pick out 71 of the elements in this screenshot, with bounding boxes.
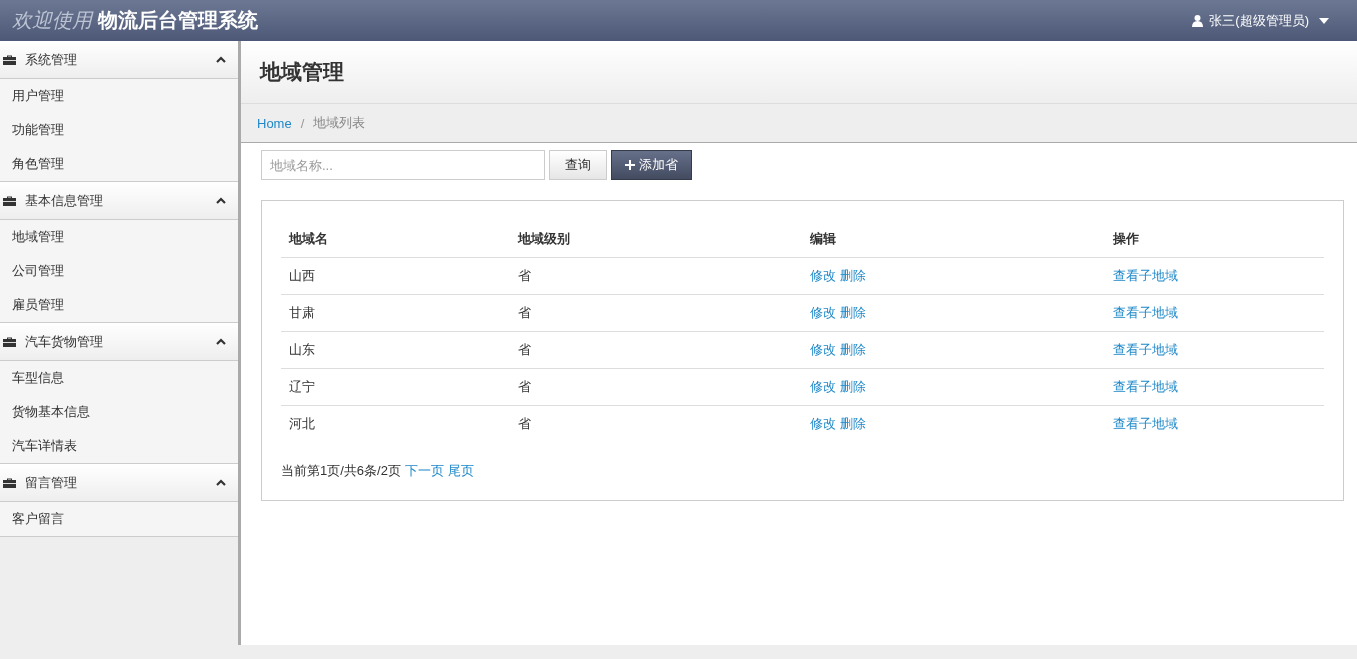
welcome-text: 欢迎使用 bbox=[12, 7, 92, 34]
breadcrumb-current: 地域列表 bbox=[313, 114, 366, 132]
column-header: 地域级别 bbox=[510, 221, 803, 258]
chevron-icon[interactable] bbox=[216, 338, 226, 345]
table-cell: 甘肃 bbox=[281, 294, 511, 332]
column-header: 地域名 bbox=[281, 221, 511, 258]
page-title: 地域管理 bbox=[260, 59, 344, 85]
menu-group-header[interactable]: 汽车货物管理 bbox=[0, 323, 238, 361]
user-icon bbox=[1192, 14, 1204, 27]
delete-link[interactable]: 删除 bbox=[840, 379, 867, 394]
table-cell: 河北 bbox=[281, 405, 511, 442]
app-title: 物流后台管理系统 bbox=[98, 8, 258, 33]
menu-item[interactable]: 雇员管理 bbox=[0, 288, 238, 322]
table-cell: 山西 bbox=[281, 257, 511, 295]
menu-group-header[interactable]: 基本信息管理 bbox=[0, 182, 238, 220]
table-cell: 辽宁 bbox=[281, 368, 511, 406]
add-province-button[interactable]: 添加省 bbox=[611, 150, 692, 180]
chevron-icon[interactable] bbox=[216, 479, 226, 486]
chevron-icon[interactable] bbox=[216, 197, 226, 204]
next-page-link[interactable]: 下一页 bbox=[404, 462, 444, 480]
view-subregions-link[interactable]: 查看子地域 bbox=[1112, 342, 1178, 357]
menu-group-label: 系统管理 bbox=[25, 50, 78, 69]
delete-link[interactable]: 删除 bbox=[840, 416, 867, 431]
menu-group-header[interactable]: 系统管理 bbox=[0, 41, 238, 79]
view-subregions-link[interactable]: 查看子地域 bbox=[1112, 416, 1178, 431]
chevron-icon[interactable] bbox=[216, 56, 226, 63]
delete-link[interactable]: 删除 bbox=[840, 342, 867, 357]
plus-icon bbox=[625, 160, 635, 170]
menu-item[interactable]: 客户留言 bbox=[0, 502, 238, 536]
view-subregions-link[interactable]: 查看子地域 bbox=[1112, 379, 1178, 394]
last-page-link[interactable]: 尾页 bbox=[447, 462, 474, 480]
view-subregions-link[interactable]: 查看子地域 bbox=[1112, 305, 1178, 320]
menu-item[interactable]: 功能管理 bbox=[0, 113, 238, 147]
edit-link[interactable]: 修改 bbox=[810, 305, 837, 320]
briefcase-icon bbox=[3, 195, 16, 206]
edit-link[interactable]: 修改 bbox=[810, 268, 837, 283]
table-cell: 省 bbox=[510, 257, 803, 295]
briefcase-icon bbox=[3, 336, 16, 347]
delete-link[interactable]: 删除 bbox=[840, 268, 867, 283]
menu-group-label: 汽车货物管理 bbox=[25, 332, 104, 351]
menu-group-label: 留言管理 bbox=[25, 473, 78, 492]
table-cell: 山东 bbox=[281, 331, 511, 369]
table-cell: 省 bbox=[510, 368, 803, 406]
menu-item[interactable]: 角色管理 bbox=[0, 147, 238, 181]
region-search-field[interactable]: 地域名称... bbox=[261, 150, 545, 180]
menu-item[interactable]: 地域管理 bbox=[0, 220, 238, 254]
briefcase-icon bbox=[3, 54, 16, 65]
table-cell: 省 bbox=[510, 331, 803, 369]
column-header: 编辑 bbox=[802, 221, 1105, 258]
menu-item[interactable]: 汽车详情表 bbox=[0, 429, 238, 463]
query-button[interactable]: 查询 bbox=[549, 150, 607, 180]
breadcrumb-separator: / bbox=[300, 115, 305, 131]
edit-link[interactable]: 修改 bbox=[810, 379, 837, 394]
menu-group-header[interactable]: 留言管理 bbox=[0, 464, 238, 502]
menu-item[interactable]: 车型信息 bbox=[0, 361, 238, 395]
user-menu[interactable]: 张三(超级管理员) bbox=[1209, 11, 1309, 30]
delete-link[interactable]: 删除 bbox=[840, 305, 867, 320]
edit-link[interactable]: 修改 bbox=[810, 342, 837, 357]
table-cell: 省 bbox=[510, 294, 803, 332]
table-cell: 省 bbox=[510, 405, 803, 442]
briefcase-icon bbox=[3, 477, 16, 488]
menu-item[interactable]: 公司管理 bbox=[0, 254, 238, 288]
caret-icon[interactable] bbox=[1319, 17, 1329, 24]
edit-link[interactable]: 修改 bbox=[810, 416, 837, 431]
breadcrumb-link[interactable]: Home bbox=[257, 115, 292, 131]
view-subregions-link[interactable]: 查看子地域 bbox=[1112, 268, 1178, 283]
menu-group-label: 基本信息管理 bbox=[25, 191, 104, 210]
column-header: 操作 bbox=[1104, 221, 1324, 258]
menu-item[interactable]: 货物基本信息 bbox=[0, 395, 238, 429]
menu-item[interactable]: 用户管理 bbox=[0, 79, 238, 113]
pagination-summary: 当前第1页/共6条/2页 bbox=[281, 462, 401, 480]
